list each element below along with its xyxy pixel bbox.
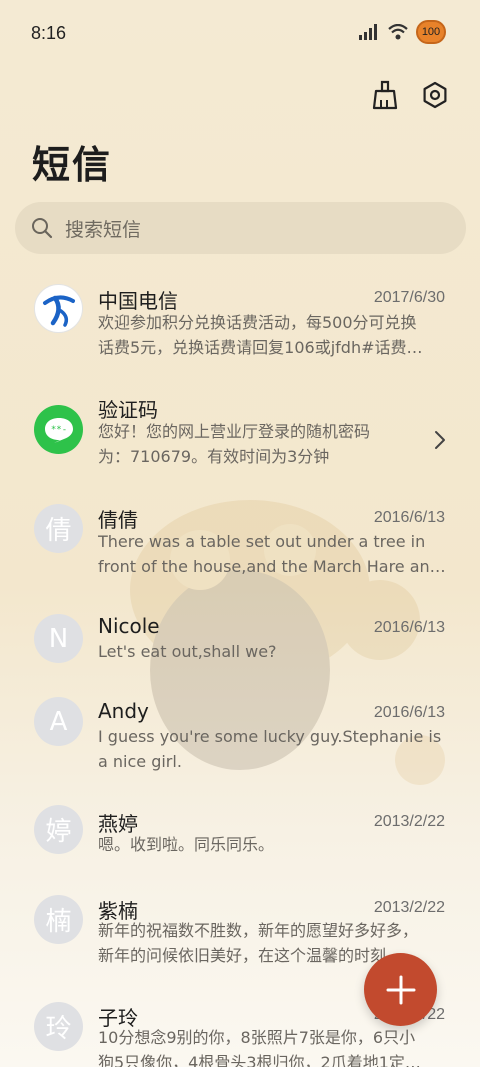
message-preview: Let's eat out,shall we? xyxy=(98,642,277,661)
conversation-row[interactable]: 倩 倩倩 2016/6/13 There was a table set out… xyxy=(0,492,480,600)
brush-icon xyxy=(372,80,398,110)
message-date: 2016/6/13 xyxy=(373,619,445,636)
message-preview: 嗯。收到啦。同乐同乐。 xyxy=(98,835,275,854)
message-bubble-icon: **- xyxy=(44,417,73,443)
message-preview: I guess you're some lucky guy.Stephanie … xyxy=(98,727,442,771)
china-telecom-logo-icon xyxy=(42,295,75,327)
message-preview: 10分想念9别的你，8张照片7张是你，6只小 狗5只像你，4根骨头3根归你，2爪… xyxy=(98,1028,421,1067)
search-bar[interactable]: 搜索短信 xyxy=(15,202,466,254)
search-icon xyxy=(32,218,53,239)
message-preview: 欢迎参加积分兑换话费活动，每500分可兑换 话费5元，兑换话费请回复106或jf… xyxy=(98,313,423,357)
contact-name: Nicole xyxy=(98,614,160,638)
conversation-row[interactable]: A Andy 2016/6/13 I guess you're some luc… xyxy=(0,688,480,796)
china-telecom-logo-avatar xyxy=(34,284,83,333)
contact-avatar: 倩 xyxy=(34,504,83,553)
message-date: 2016/6/13 xyxy=(373,704,445,721)
clean-brush-button[interactable] xyxy=(368,78,402,112)
conversation-row[interactable]: **- 验证码 您好！您的网上营业厅登录的随机密码 为：710679。有效时间为… xyxy=(0,382,480,490)
conversation-row[interactable]: N Nicole 2016/6/13 Let's eat out,shall w… xyxy=(0,602,480,686)
message-preview: There was a table set out under a tree i… xyxy=(98,532,446,576)
settings-icon xyxy=(423,81,447,109)
page-title: 短信 xyxy=(32,143,113,187)
signal-icon xyxy=(359,24,377,40)
message-date: 2016/6/13 xyxy=(373,509,445,526)
conversation-row[interactable]: 中国电信 2017/6/30 欢迎参加积分兑换话费活动，每500分可兑换 话费5… xyxy=(0,272,480,380)
wifi-icon xyxy=(388,24,408,40)
contact-avatar: 楠 xyxy=(34,895,83,944)
settings-button[interactable] xyxy=(418,78,452,112)
message-date: 2013/2/22 xyxy=(373,899,445,916)
contact-avatar: A xyxy=(34,697,83,746)
search-placeholder: 搜索短信 xyxy=(65,218,142,241)
status-bar: 8:16 100 xyxy=(0,0,480,64)
status-time: 8:16 xyxy=(31,23,67,43)
message-preview: 您好！您的网上营业厅登录的随机密码 为：710679。有效时间为3分钟 xyxy=(98,422,371,466)
contact-name: Andy xyxy=(98,699,149,723)
compose-message-button[interactable] xyxy=(364,953,437,1026)
message-date: 2013/2/22 xyxy=(373,813,445,830)
battery-icon: 100 xyxy=(416,20,446,44)
svg-text:**-: **- xyxy=(50,425,66,435)
plus-icon xyxy=(386,975,415,1004)
contact-avatar: N xyxy=(34,614,83,663)
message-date: 2017/6/30 xyxy=(373,289,445,306)
message-bubble-avatar: **- xyxy=(34,405,83,454)
contact-avatar: 婷 xyxy=(34,805,83,854)
contact-avatar: 玲 xyxy=(34,1002,83,1051)
chevron-right-icon xyxy=(435,431,445,449)
conversation-row[interactable]: 婷 燕婷 2013/2/22 嗯。收到啦。同乐同乐。 xyxy=(0,796,480,886)
